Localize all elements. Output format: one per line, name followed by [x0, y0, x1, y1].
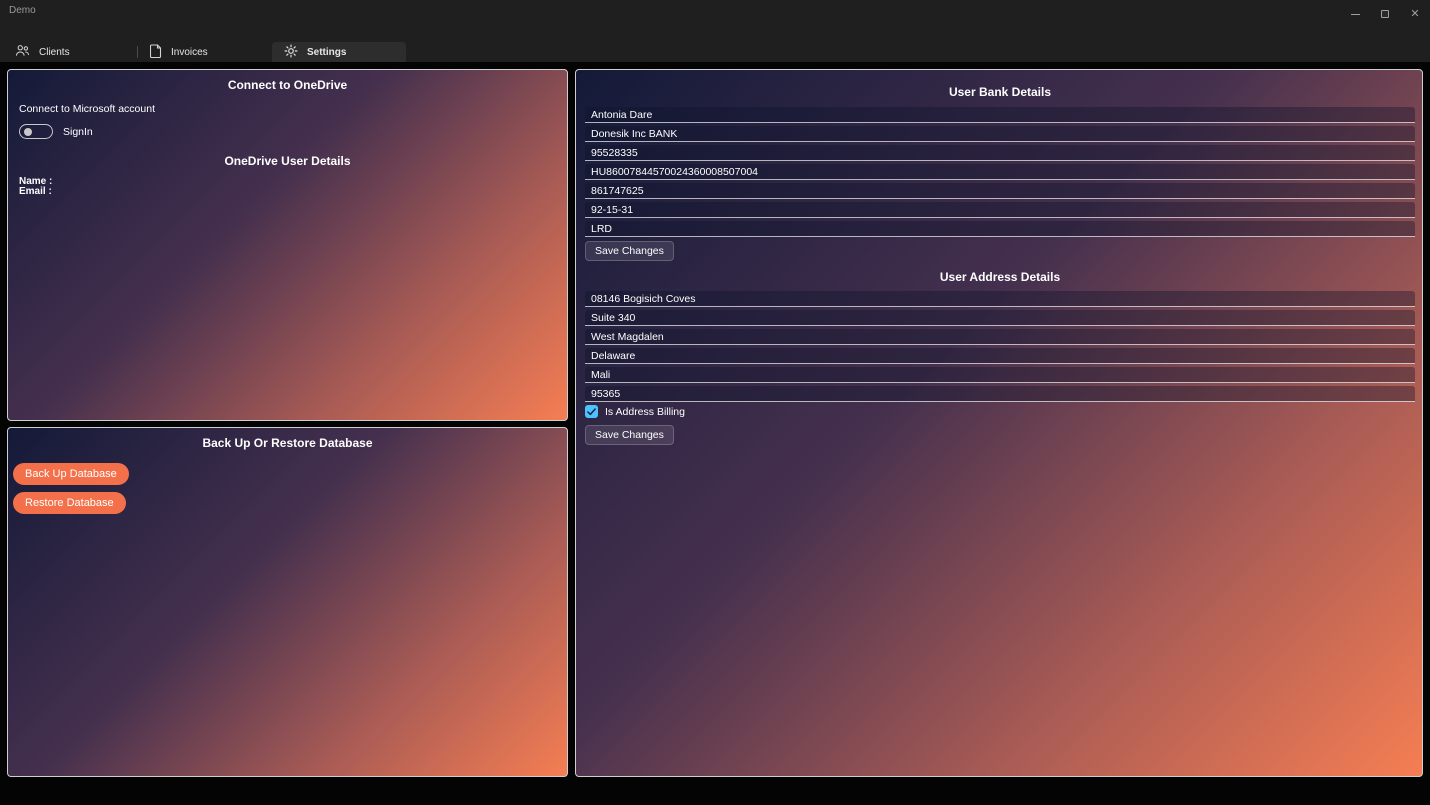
onedrive-name-label: Name : [19, 177, 561, 187]
minimize-button[interactable] [1340, 5, 1370, 23]
window-chrome: Demo ✕ Clients [0, 0, 1430, 62]
window-title: Demo [9, 5, 36, 16]
account-holder-input[interactable] [585, 107, 1415, 123]
toggle-knob-icon [24, 128, 32, 136]
bank-name-input[interactable] [585, 126, 1415, 142]
signin-toggle[interactable] [19, 124, 53, 139]
minimize-icon [1351, 14, 1360, 15]
sort-code-input[interactable] [585, 202, 1415, 218]
onedrive-email-label: Email : [19, 187, 561, 197]
is-address-billing-checkbox[interactable] [585, 405, 598, 418]
zip-input[interactable] [585, 386, 1415, 402]
tab-clients[interactable]: Clients [3, 42, 137, 62]
tab-bar: Clients Invoices [3, 42, 406, 62]
backup-panel-title: Back Up Or Restore Database [8, 428, 567, 450]
state-input[interactable] [585, 348, 1415, 364]
restore-database-button[interactable]: Restore Database [13, 492, 126, 514]
suite-input[interactable] [585, 310, 1415, 326]
bank-save-changes-button[interactable]: Save Changes [585, 241, 674, 261]
backup-database-button[interactable]: Back Up Database [13, 463, 129, 485]
is-address-billing-label: Is Address Billing [605, 406, 685, 418]
titlebar: Demo ✕ [0, 0, 1430, 28]
people-icon [15, 44, 30, 60]
tab-label: Settings [307, 47, 346, 58]
maximize-button[interactable] [1370, 5, 1400, 23]
onedrive-panel-title: Connect to OneDrive [8, 70, 567, 92]
address-save-changes-button[interactable]: Save Changes [585, 425, 674, 445]
tab-settings[interactable]: Settings [272, 42, 406, 62]
tab-label: Invoices [171, 47, 208, 58]
tab-label: Clients [39, 47, 70, 58]
maximize-icon [1381, 10, 1389, 18]
currency-input[interactable] [585, 221, 1415, 237]
bank-details-title: User Bank Details [585, 83, 1415, 99]
close-icon: ✕ [1410, 9, 1419, 20]
left-column: Connect to OneDrive Connect to Microsoft… [7, 69, 568, 777]
address-details-title: User Address Details [585, 270, 1415, 284]
gear-icon [284, 44, 298, 61]
onedrive-panel: Connect to OneDrive Connect to Microsoft… [7, 69, 568, 421]
backup-panel: Back Up Or Restore Database Back Up Data… [7, 427, 568, 777]
iban-input[interactable] [585, 164, 1415, 180]
checkmark-icon [587, 408, 596, 416]
onedrive-user-details-title: OneDrive User Details [14, 154, 561, 168]
microsoft-account-label: Connect to Microsoft account [19, 103, 561, 115]
tab-invoices[interactable]: Invoices [138, 42, 272, 62]
right-column: User Bank Details Save Changes User Addr… [575, 69, 1423, 777]
signin-label: SignIn [63, 126, 93, 138]
country-input[interactable] [585, 367, 1415, 383]
street-input[interactable] [585, 291, 1415, 307]
user-details-panel: User Bank Details Save Changes User Addr… [575, 69, 1423, 777]
window-controls: ✕ [1340, 5, 1430, 23]
document-icon [150, 44, 162, 61]
close-button[interactable]: ✕ [1400, 5, 1430, 23]
main-content: Connect to OneDrive Connect to Microsoft… [0, 62, 1430, 805]
routing-number-input[interactable] [585, 183, 1415, 199]
account-number-input[interactable] [585, 145, 1415, 161]
city-input[interactable] [585, 329, 1415, 345]
